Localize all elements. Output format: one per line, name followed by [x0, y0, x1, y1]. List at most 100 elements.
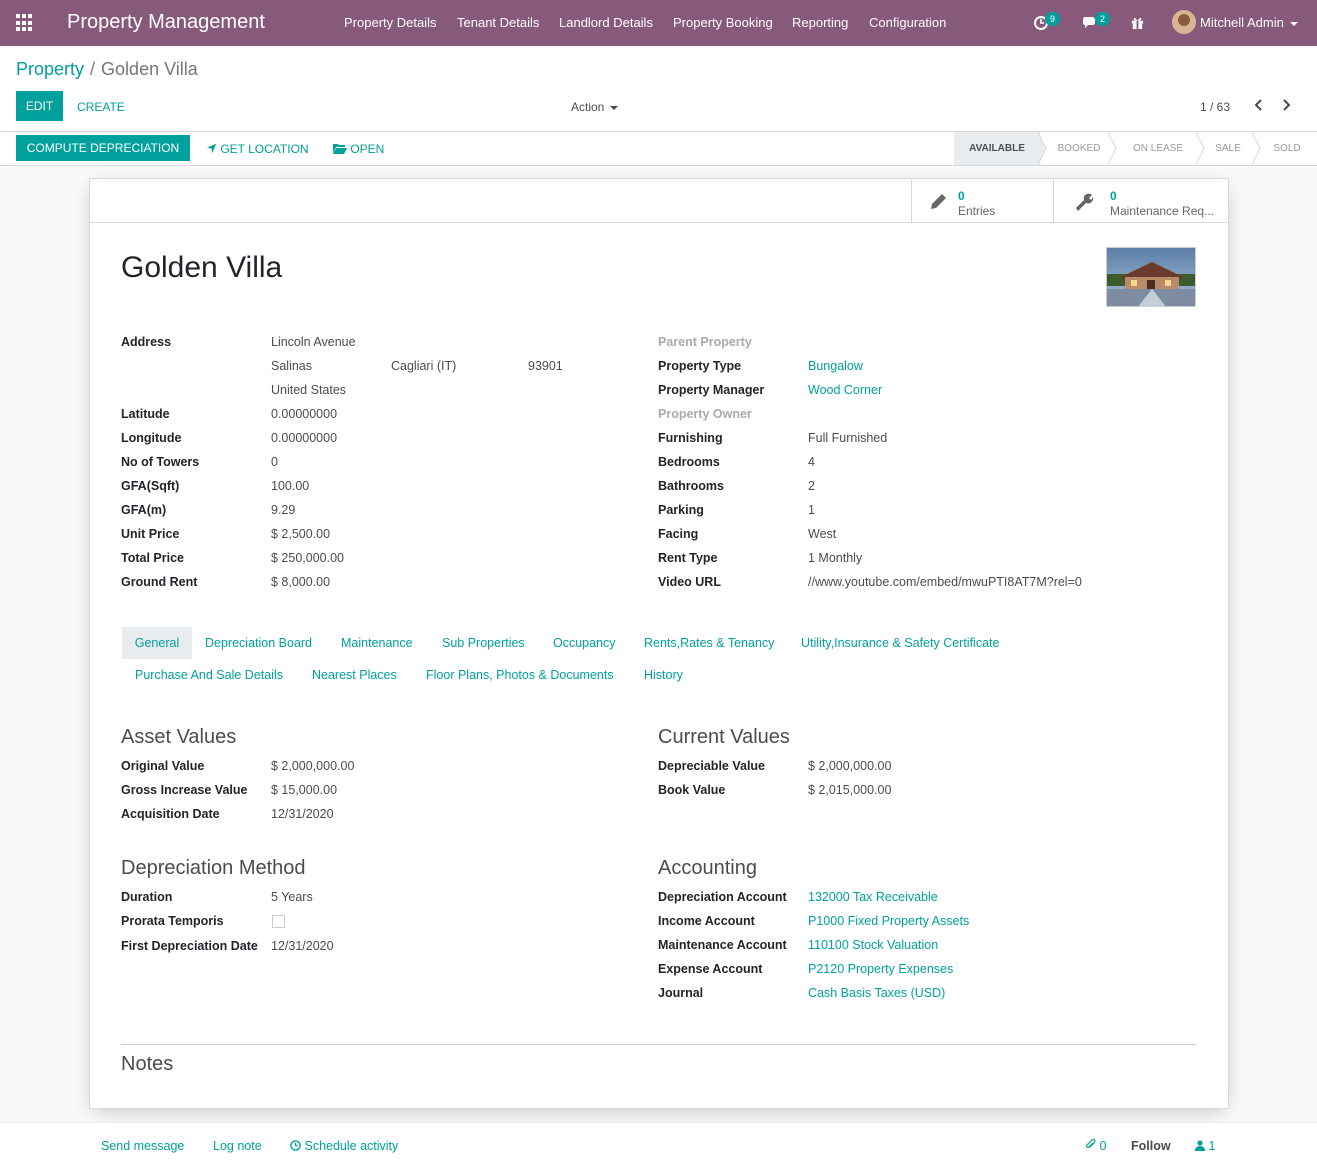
message-count-badge: 2 — [1095, 12, 1111, 26]
activity-count-badge: 9 — [1045, 12, 1061, 26]
field-label-facing: Facing — [658, 527, 699, 541]
user-menu[interactable]: Mitchell Admin — [1200, 15, 1298, 30]
field-label-depreciable-value: Depreciable Value — [658, 759, 766, 773]
status-available[interactable]: AVAILABLE — [954, 132, 1040, 165]
tab-floor-plans[interactable]: Floor Plans, Photos & Documents — [426, 668, 614, 682]
field-label-video-url: Video URL — [658, 575, 721, 589]
property-image[interactable] — [1106, 247, 1196, 307]
field-property-manager[interactable]: Wood Corner — [808, 383, 882, 397]
status-sold[interactable]: SOLD — [1264, 132, 1310, 165]
compute-depreciation-button[interactable]: COMPUTE DEPRECIATION — [16, 135, 190, 161]
pager-next-icon[interactable] — [1279, 97, 1293, 113]
field-original-value: $ 2,000,000.00 — [271, 759, 355, 773]
tab-general[interactable]: General — [122, 627, 192, 659]
user-avatar[interactable] — [1172, 10, 1196, 34]
breadcrumb-parent[interactable]: Property — [16, 59, 84, 79]
maintenance-smart-button[interactable]: 0 Maintenance Req... — [1053, 179, 1228, 222]
menu-tenant-details[interactable]: Tenant Details — [457, 15, 539, 30]
field-label-furnishing: Furnishing — [658, 431, 723, 445]
menu-reporting[interactable]: Reporting — [792, 15, 848, 30]
log-note-button[interactable]: Log note — [213, 1139, 262, 1153]
entries-count: 0 — [958, 189, 965, 203]
clock-icon — [290, 1140, 301, 1151]
notes-title: Notes — [121, 1053, 174, 1075]
menu-landlord-details[interactable]: Landlord Details — [559, 15, 653, 30]
open-button[interactable]: OPEN — [333, 142, 384, 156]
menu-property-booking[interactable]: Property Booking — [673, 15, 773, 30]
field-rent-type: 1 Monthly — [808, 551, 863, 565]
field-label-property-owner: Property Owner — [658, 407, 752, 421]
field-label-longitude: Longitude — [121, 431, 182, 445]
status-on-lease[interactable]: ON LEASE — [1120, 132, 1196, 165]
apps-menu-icon[interactable] — [16, 14, 34, 32]
field-towers: 0 — [271, 455, 278, 469]
tab-history[interactable]: History — [644, 668, 683, 682]
edit-button[interactable]: EDIT — [16, 91, 63, 121]
field-ground-rent: $ 8,000.00 — [271, 575, 331, 589]
menu-property-details[interactable]: Property Details — [344, 15, 436, 30]
tab-purchase-sale[interactable]: Purchase And Sale Details — [135, 668, 283, 682]
field-country: United States — [271, 383, 347, 397]
tab-utility-insurance[interactable]: Utility,Insurance & Safety Certificate — [801, 636, 999, 650]
field-label-book-value: Book Value — [658, 783, 726, 797]
field-income-account[interactable]: P1000 Fixed Property Assets — [808, 914, 969, 928]
action-dropdown[interactable]: Action — [571, 100, 619, 114]
field-label-total-price: Total Price — [121, 551, 184, 565]
smart-button-box: 0 Entries 0 Maintenance Req... — [90, 179, 1228, 223]
field-label-journal: Journal — [658, 986, 704, 1000]
app-brand[interactable]: Property Management — [67, 11, 265, 34]
field-label-address: Address — [121, 335, 172, 349]
tab-sub-properties[interactable]: Sub Properties — [442, 636, 525, 650]
create-button[interactable]: CREATE — [77, 100, 125, 114]
status-sale[interactable]: SALE — [1206, 132, 1250, 165]
status-booked[interactable]: BOOKED — [1048, 132, 1110, 165]
status-separator — [1108, 132, 1117, 165]
field-video-url: //www.youtube.com/embed/mwuPTI8AT7M?rel=… — [808, 575, 1082, 589]
attachments-button[interactable]: 0 — [1085, 1138, 1107, 1153]
follow-button[interactable]: Follow — [1131, 1139, 1171, 1153]
field-depreciation-account[interactable]: 132000 Tax Receivable — [808, 890, 938, 904]
maintenance-label: Maintenance Req... — [1110, 204, 1215, 218]
field-label-gross-increase: Gross Increase Value — [121, 783, 248, 797]
send-message-button[interactable]: Send message — [101, 1139, 184, 1153]
tab-rents-rates-tenancy[interactable]: Rents,Rates & Tenancy — [644, 636, 774, 650]
activity-systray[interactable]: 9 — [1033, 12, 1061, 34]
followers-count: 1 — [1208, 1139, 1216, 1153]
pager-previous-icon[interactable] — [1252, 97, 1266, 113]
user-icon — [1195, 1140, 1205, 1151]
field-label-original-value: Original Value — [121, 759, 205, 773]
field-facing: West — [808, 527, 837, 541]
get-location-button[interactable]: GET LOCATION — [206, 142, 309, 156]
messaging-systray[interactable]: 2 — [1081, 12, 1111, 34]
menu-configuration[interactable]: Configuration — [869, 15, 946, 30]
property-photo — [1107, 248, 1195, 306]
field-label-bedrooms: Bedrooms — [658, 455, 720, 469]
status-separator — [1038, 132, 1047, 165]
schedule-activity-button[interactable]: Schedule activity — [290, 1139, 398, 1153]
tab-nearest-places[interactable]: Nearest Places — [312, 668, 397, 682]
gift-systray[interactable] — [1130, 12, 1145, 33]
field-city: Salinas — [271, 359, 312, 373]
field-journal[interactable]: Cash Basis Taxes (USD) — [808, 986, 945, 1000]
paperclip-icon — [1085, 1138, 1096, 1149]
location-arrow-icon — [206, 143, 217, 154]
field-maintenance-account[interactable]: 110100 Stock Valuation — [808, 938, 938, 952]
attachments-count: 0 — [1099, 1139, 1107, 1153]
prorata-checkbox[interactable] — [272, 915, 285, 928]
pager-value[interactable]: 1 / 63 — [1200, 100, 1230, 114]
field-label-prorata: Prorata Temporis — [121, 914, 224, 928]
pencil-icon — [931, 194, 946, 209]
chatter-bar — [0, 1122, 1317, 1176]
tab-depreciation-board[interactable]: Depreciation Board — [205, 636, 312, 650]
open-label: OPEN — [350, 142, 385, 156]
entries-smart-button[interactable]: 0 Entries — [911, 179, 1053, 222]
tab-occupancy[interactable]: Occupancy — [553, 636, 616, 650]
field-duration: 5 Years — [271, 890, 313, 904]
followers-button[interactable]: 1 — [1195, 1139, 1215, 1153]
field-property-type[interactable]: Bungalow — [808, 359, 863, 373]
field-expense-account[interactable]: P2120 Property Expenses — [808, 962, 953, 976]
field-label-towers: No of Towers — [121, 455, 200, 469]
field-label-expense-account: Expense Account — [658, 962, 763, 976]
tab-maintenance[interactable]: Maintenance — [341, 636, 413, 650]
field-label-rent-type: Rent Type — [658, 551, 718, 565]
